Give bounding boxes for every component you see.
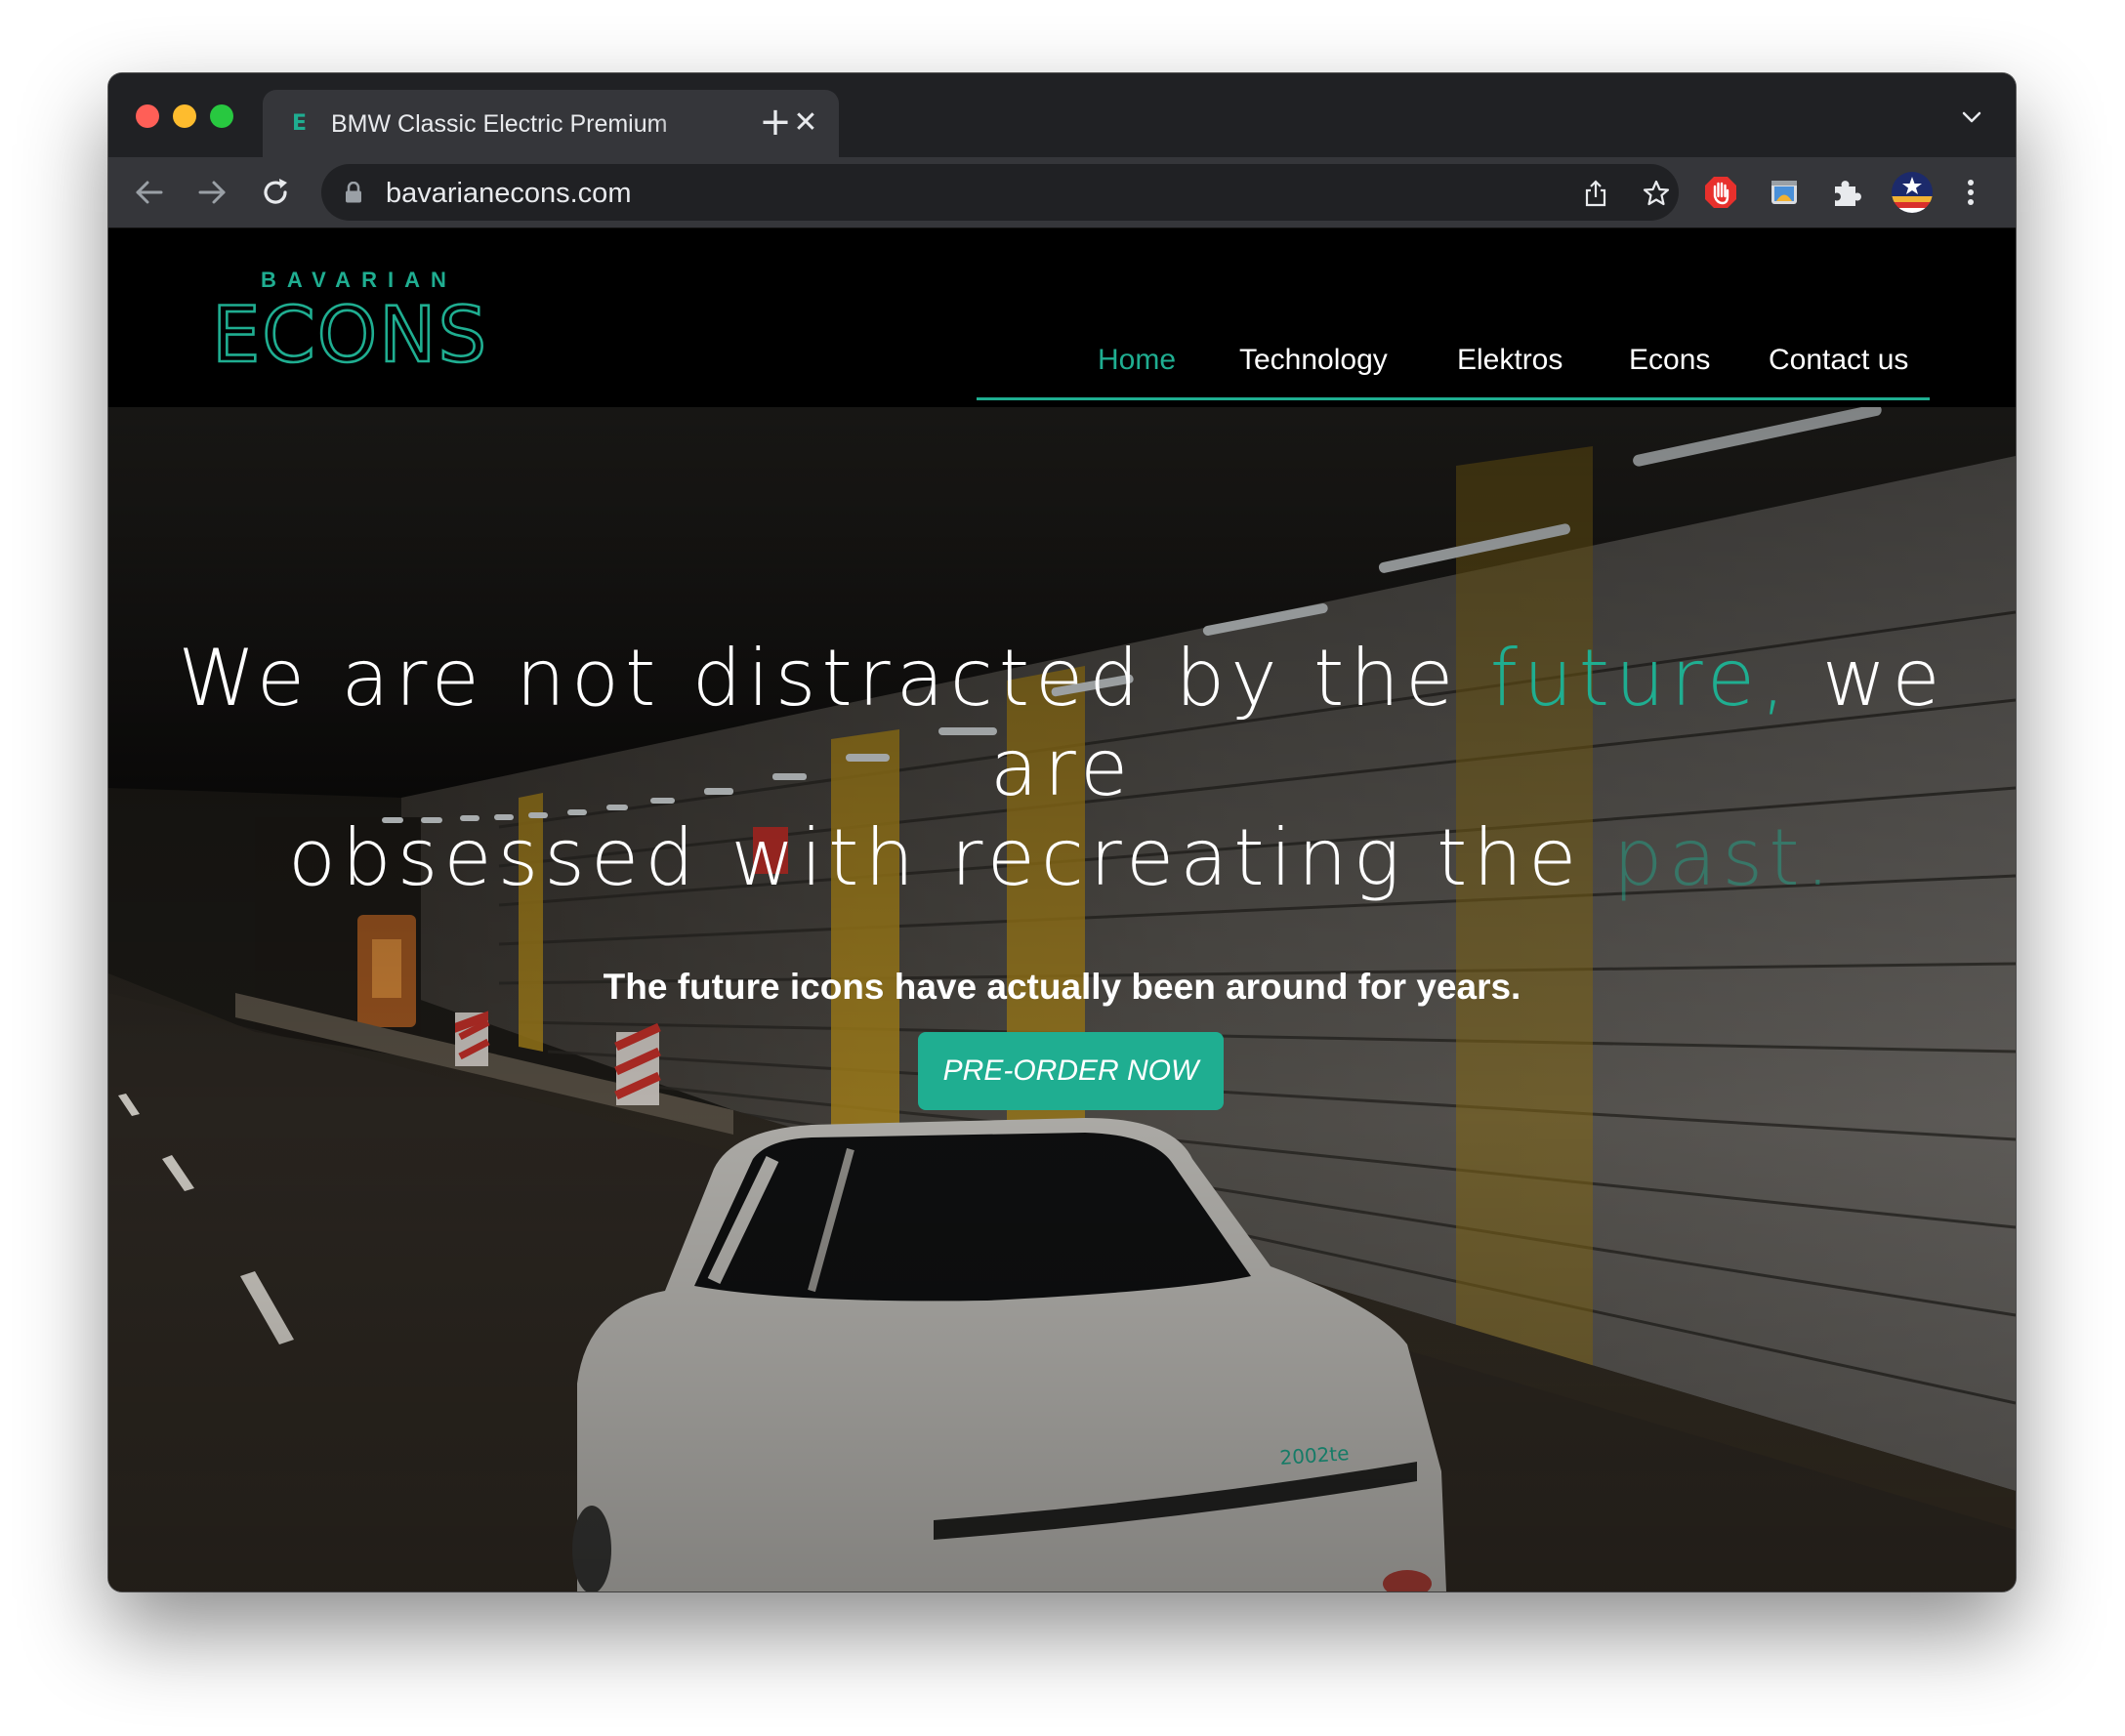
screenshot-extension-icon[interactable] bbox=[1767, 175, 1802, 210]
pre-order-button[interactable]: PRE-ORDER NOW bbox=[918, 1032, 1224, 1110]
nav-home[interactable]: Home bbox=[1098, 341, 1176, 380]
close-window-button[interactable] bbox=[136, 104, 159, 128]
lock-icon bbox=[346, 182, 361, 203]
headline-accent-past: past. bbox=[1612, 811, 1836, 903]
url-text: bavarianecons.com bbox=[386, 178, 632, 209]
headline-line2-a: obsessed with recreating the bbox=[287, 811, 1613, 903]
tab-strip: E BMW Classic Electric Premium ✕ + bbox=[108, 73, 2016, 157]
tab-title: BMW Classic Electric Premium bbox=[331, 110, 668, 138]
headline-line1-a: We are not distracted by the bbox=[178, 632, 1490, 723]
adblock-icon[interactable] bbox=[1703, 175, 1738, 210]
tab-list-chevron-icon[interactable] bbox=[1957, 103, 1986, 132]
minimize-window-button[interactable] bbox=[173, 104, 196, 128]
hero-section: 2002te We are not distracted by the futu… bbox=[108, 407, 2016, 1591]
svg-text:ECONS: ECONS bbox=[212, 292, 488, 377]
site-header: BAVARIAN ECONS Home Technology Elektros … bbox=[108, 228, 2016, 407]
forward-icon[interactable] bbox=[194, 175, 229, 210]
headline-accent-future: future, bbox=[1489, 632, 1792, 723]
new-tab-button[interactable]: + bbox=[756, 103, 795, 142]
share-icon[interactable] bbox=[1581, 179, 1610, 208]
bookmark-star-icon[interactable] bbox=[1642, 179, 1671, 208]
nav-contact[interactable]: Contact us bbox=[1769, 341, 1908, 380]
profile-avatar-icon[interactable] bbox=[1891, 171, 1934, 214]
tab-title-fade bbox=[653, 103, 712, 143]
reload-icon[interactable] bbox=[258, 175, 293, 210]
back-icon[interactable] bbox=[132, 175, 167, 210]
address-bar[interactable]: bavarianecons.com bbox=[321, 164, 1679, 221]
site-favicon-icon: E bbox=[292, 111, 308, 136]
site-logo[interactable]: ECONS bbox=[206, 289, 499, 377]
extensions-puzzle-icon[interactable] bbox=[1829, 175, 1864, 210]
web-page: BAVARIAN ECONS Home Technology Elektros … bbox=[108, 228, 2016, 1591]
main-nav: Home Technology Elektros Econs Contact u… bbox=[977, 341, 1930, 400]
nav-elektros[interactable]: Elektros bbox=[1457, 341, 1562, 380]
active-tab[interactable]: E BMW Classic Electric Premium ✕ bbox=[263, 90, 839, 157]
hero-subline: The future icons have actually been arou… bbox=[603, 967, 1521, 1007]
hero-headline: We are not distracted by the future, we … bbox=[108, 632, 2016, 903]
nav-technology[interactable]: Technology bbox=[1239, 341, 1388, 380]
browser-toolbar: bavarianecons.com bbox=[108, 157, 2016, 228]
maximize-window-button[interactable] bbox=[210, 104, 233, 128]
browser-window: E BMW Classic Electric Premium ✕ + bavar… bbox=[108, 73, 2016, 1591]
more-menu-icon[interactable] bbox=[1953, 175, 1988, 210]
nav-econs[interactable]: Econs bbox=[1629, 341, 1710, 380]
